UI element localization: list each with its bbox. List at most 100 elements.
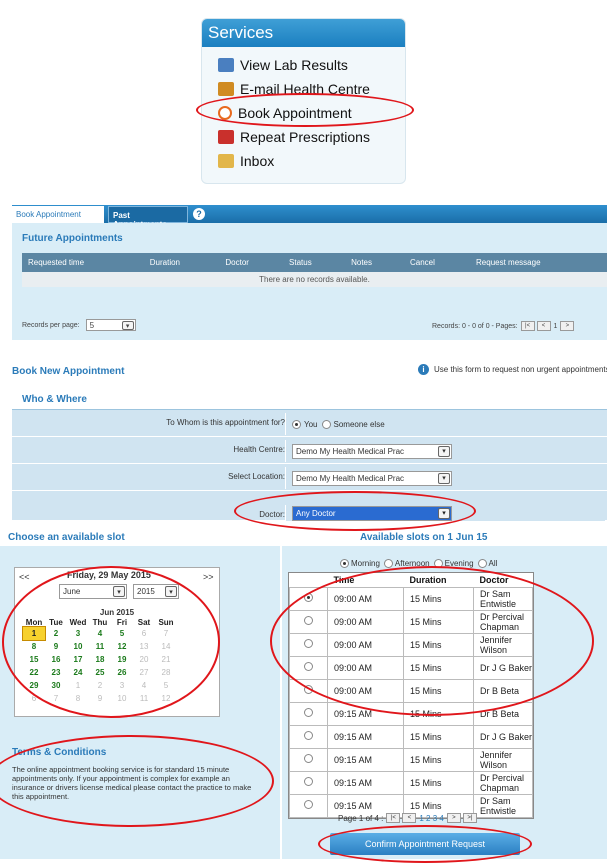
- calendar-day[interactable]: 26: [111, 666, 133, 679]
- tab-book-appointment[interactable]: Book Appointment: [12, 206, 104, 223]
- calendar-day[interactable]: 2: [45, 627, 67, 640]
- slot-radio[interactable]: [304, 639, 313, 648]
- calendar-day[interactable]: 11: [133, 692, 155, 705]
- services-panel: Services View Lab Results E-mail Health C…: [201, 18, 406, 184]
- slots-pages[interactable]: 1 2 3 4: [419, 814, 443, 823]
- slot-row[interactable]: 09:15 AM 15 Mins Dr Percival Chapman: [289, 770, 533, 795]
- filter-radio-3[interactable]: [477, 559, 487, 568]
- health-centre-select[interactable]: Demo My Health Medical Prac ▾: [292, 443, 452, 459]
- calendar-day[interactable]: 6: [23, 692, 45, 705]
- slot-radio[interactable]: [304, 616, 313, 625]
- slot-radio[interactable]: [304, 708, 313, 717]
- prev-page-button[interactable]: <: [536, 321, 551, 331]
- slot-row[interactable]: 09:15 AM 15 Mins Dr J G Baker: [289, 724, 533, 749]
- filter-radio-1[interactable]: [383, 559, 393, 568]
- calendar-day[interactable]: 10: [67, 640, 89, 653]
- calendar-day[interactable]: 21: [155, 653, 177, 666]
- calendar-day[interactable]: 27: [133, 666, 155, 679]
- calendar-day[interactable]: 4: [133, 679, 155, 692]
- slot-row[interactable]: 09:15 AM 15 Mins Dr B Beta: [289, 701, 533, 726]
- calendar-day[interactable]: 7: [155, 627, 177, 640]
- slot-row[interactable]: 09:15 AM 15 Mins Jennifer Wilson: [289, 747, 533, 772]
- month-select[interactable]: June ▾: [59, 584, 127, 599]
- calendar-day[interactable]: 1: [22, 626, 46, 641]
- calendar-day[interactable]: 1: [67, 679, 89, 692]
- future-col-2[interactable]: Doctor: [219, 253, 284, 272]
- records-per-page-select[interactable]: 5 ▾: [85, 319, 136, 331]
- calendar-day[interactable]: 15: [23, 653, 45, 666]
- calendar-day[interactable]: 24: [67, 666, 89, 679]
- slot-row[interactable]: 09:00 AM 15 Mins Dr Percival Chapman: [289, 609, 533, 634]
- slots-prev-page[interactable]: <: [402, 813, 417, 823]
- calendar-day[interactable]: 23: [45, 666, 67, 679]
- calendar-day[interactable]: 20: [133, 653, 155, 666]
- calendar-day[interactable]: 16: [45, 653, 67, 666]
- calendar-day[interactable]: 19: [111, 653, 133, 666]
- calendar-day[interactable]: 9: [45, 640, 67, 653]
- slot-row[interactable]: 09:00 AM 15 Mins Jennifer Wilson: [289, 632, 533, 657]
- future-col-1[interactable]: Duration: [143, 253, 220, 272]
- future-col-6[interactable]: Request message: [470, 253, 607, 272]
- first-page-button[interactable]: |<: [520, 321, 535, 331]
- calendar-day[interactable]: 9: [89, 692, 111, 705]
- calendar-day[interactable]: 13: [133, 640, 155, 653]
- calendar-day[interactable]: 3: [67, 627, 89, 640]
- calendar-day[interactable]: 8: [67, 692, 89, 705]
- calendar-day[interactable]: 22: [23, 666, 45, 679]
- slot-row[interactable]: 09:00 AM 15 Mins Dr J G Baker: [289, 655, 533, 680]
- radio-someone-else[interactable]: [321, 419, 331, 429]
- calendar-day[interactable]: 17: [67, 653, 89, 666]
- service-item-0[interactable]: View Lab Results: [202, 53, 405, 77]
- confirm-appointment-button[interactable]: Confirm Appointment Request: [330, 833, 520, 855]
- future-col-0[interactable]: Requested time: [22, 253, 144, 272]
- calendar-day[interactable]: 14: [155, 640, 177, 653]
- slot-radio[interactable]: [304, 731, 313, 740]
- next-page-button[interactable]: >: [560, 321, 575, 331]
- calendar-day[interactable]: 28: [155, 666, 177, 679]
- calendar-prev-button[interactable]: <<: [19, 572, 30, 582]
- slot-radio[interactable]: [304, 777, 313, 786]
- filter-radio-2[interactable]: [433, 559, 443, 568]
- calendar-day[interactable]: 10: [111, 692, 133, 705]
- calendar-day[interactable]: 5: [111, 627, 133, 640]
- calendar-next-button[interactable]: >>: [203, 572, 214, 582]
- slot-radio[interactable]: [304, 685, 313, 694]
- slot-radio[interactable]: [304, 593, 313, 602]
- slots-last-page[interactable]: >|: [462, 813, 477, 823]
- calendar-day[interactable]: 30: [45, 679, 67, 692]
- calendar-day[interactable]: 7: [45, 692, 67, 705]
- service-item-2[interactable]: Book Appointment: [202, 101, 405, 125]
- slots-first-page[interactable]: |<: [386, 813, 401, 823]
- calendar-day[interactable]: 4: [89, 627, 111, 640]
- slots-next-page[interactable]: >: [446, 813, 461, 823]
- help-icon[interactable]: ?: [193, 208, 205, 220]
- slot-row[interactable]: 09:00 AM 15 Mins Dr B Beta: [289, 678, 533, 703]
- service-item-3[interactable]: Repeat Prescriptions: [202, 125, 405, 149]
- calendar-day[interactable]: 12: [111, 640, 133, 653]
- calendar-day[interactable]: 8: [23, 640, 45, 653]
- slot-radio[interactable]: [304, 800, 313, 809]
- calendar-day[interactable]: 25: [89, 666, 111, 679]
- calendar-day[interactable]: 6: [133, 627, 155, 640]
- slot-radio[interactable]: [304, 662, 313, 671]
- calendar-day[interactable]: 29: [23, 679, 45, 692]
- slot-row[interactable]: 09:00 AM 15 Mins Dr Sam Entwistle: [289, 586, 533, 611]
- doctor-select[interactable]: Any Doctor ▾: [292, 505, 452, 521]
- calendar-day[interactable]: 2: [89, 679, 111, 692]
- location-select[interactable]: Demo My Health Medical Prac ▾: [292, 470, 452, 486]
- calendar-day[interactable]: 12: [155, 692, 177, 705]
- radio-you[interactable]: [292, 419, 301, 429]
- filter-radio-0[interactable]: [340, 559, 349, 568]
- calendar-day[interactable]: 18: [89, 653, 111, 666]
- future-col-4[interactable]: Notes: [345, 253, 404, 272]
- calendar-day[interactable]: 3: [111, 679, 133, 692]
- future-col-5[interactable]: Cancel: [403, 253, 471, 272]
- calendar-day[interactable]: 5: [155, 679, 177, 692]
- service-item-1[interactable]: E-mail Health Centre: [202, 77, 405, 101]
- year-select[interactable]: 2015 ▾: [133, 584, 179, 599]
- slot-radio[interactable]: [304, 754, 313, 763]
- service-item-4[interactable]: Inbox: [202, 149, 405, 173]
- calendar-day[interactable]: 11: [89, 640, 111, 653]
- tab-past-appointments[interactable]: Past Appointments: [108, 206, 188, 229]
- future-col-3[interactable]: Status: [283, 253, 346, 272]
